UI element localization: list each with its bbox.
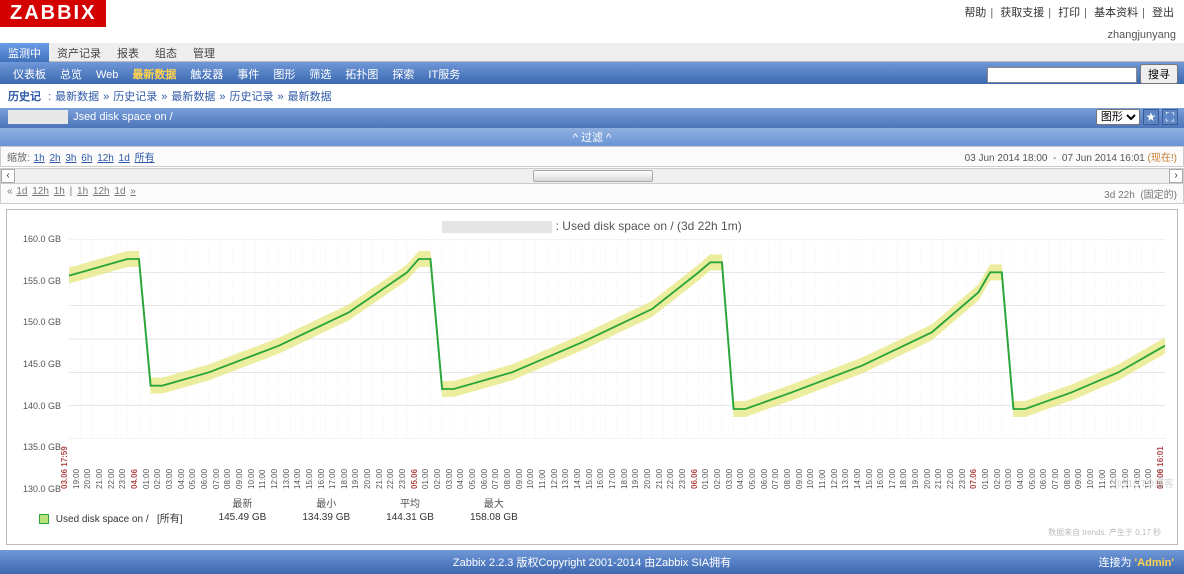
- view-mode-select[interactable]: 图形: [1096, 109, 1140, 125]
- search-input[interactable]: [987, 67, 1137, 83]
- submenu-item[interactable]: 触发器: [183, 65, 230, 83]
- filter-toggle[interactable]: ^ 过滤 ^: [0, 128, 1184, 146]
- scroll-left-icon[interactable]: ‹: [1, 169, 15, 183]
- breadcrumb-link[interactable]: 最新数据: [55, 91, 99, 103]
- zoom-link[interactable]: 12h: [97, 153, 114, 164]
- header: ZABBIX 帮助| 获取支援| 打印| 基本资料| 登出: [0, 0, 1184, 27]
- submenu-item[interactable]: IT服务: [421, 65, 467, 83]
- fullscreen-icon[interactable]: ⛶: [1162, 109, 1178, 125]
- zoom-link[interactable]: 2h: [49, 153, 60, 164]
- link-print[interactable]: 打印: [1058, 7, 1080, 19]
- submenu-item[interactable]: 图形: [266, 65, 302, 83]
- breadcrumb-link[interactable]: 历史记录: [113, 91, 157, 103]
- chart-title: : Used disk space on / (3d 22h 1m): [13, 216, 1171, 239]
- trend-note: 数据来自 trends. 产生于 0.17 秒: [13, 527, 1171, 538]
- host-blank: [8, 110, 68, 124]
- nav-link[interactable]: 1h: [77, 186, 88, 197]
- chart-container: : Used disk space on / (3d 22h 1m) 130.0…: [6, 209, 1178, 545]
- nav-link[interactable]: |: [70, 186, 73, 197]
- nav-link[interactable]: 1d: [114, 186, 125, 197]
- footer: Zabbix 2.2.3 版权Copyright 2001-2014 由Zabb…: [0, 550, 1184, 574]
- submenu-item[interactable]: 最新数据: [125, 65, 183, 83]
- submenu-item[interactable]: 探索: [385, 65, 421, 83]
- search-box: 搜寻: [987, 64, 1178, 84]
- main-tab[interactable]: 资产记录: [49, 43, 109, 63]
- logo: ZABBIX: [0, 0, 106, 27]
- nav-bar: « 1d 12h 1h | 1h 12h 1d » 3d 22h (固定的): [0, 184, 1184, 204]
- zoom-link[interactable]: 3h: [65, 153, 76, 164]
- scroll-right-icon[interactable]: ›: [1169, 169, 1183, 183]
- zoom-link[interactable]: 1d: [119, 153, 130, 164]
- legend-swatch: [39, 514, 49, 524]
- fixed-label: (固定的): [1140, 190, 1177, 201]
- duration-label: 3d 22h: [1104, 190, 1135, 201]
- watermark: @51CTO博客: [1112, 475, 1174, 490]
- panel-title: Jsed disk space on /: [73, 111, 173, 123]
- link-profile[interactable]: 基本资料: [1094, 7, 1138, 19]
- plot-area: [69, 239, 1165, 439]
- breadcrumb: 历史记 :最新数据»历史记录»最新数据»历史记录»最新数据: [0, 84, 1184, 108]
- legend: 最新最小 平均最大 Used disk space on / [所有] 145.…: [13, 489, 1171, 527]
- zoom-link[interactable]: 所有: [135, 153, 155, 164]
- breadcrumb-link[interactable]: 历史记录: [230, 91, 274, 103]
- zoom-bar: 缩放: 1h 2h 3h 6h 12h 1d 所有 03 Jun 2014 18…: [0, 146, 1184, 167]
- zoom-link[interactable]: 6h: [81, 153, 92, 164]
- submenu-item[interactable]: Web: [89, 68, 125, 82]
- submenu-item[interactable]: 总览: [53, 65, 89, 83]
- panel-header: Jsed disk space on / 图形 ★ ⛶: [0, 108, 1184, 128]
- submenu-item[interactable]: 事件: [230, 65, 266, 83]
- submenu-item[interactable]: 拓扑图: [338, 65, 385, 83]
- nav-link[interactable]: 12h: [93, 186, 110, 197]
- link-logout[interactable]: 登出: [1152, 7, 1174, 19]
- main-tabs: 监测中资产记录报表组态管理: [0, 43, 1184, 62]
- nav-link[interactable]: 1d: [16, 186, 27, 197]
- submenu-item[interactable]: 仪表板: [6, 65, 53, 83]
- main-tab[interactable]: 管理: [185, 43, 223, 63]
- add-favorite-icon[interactable]: ★: [1143, 109, 1159, 125]
- breadcrumb-link[interactable]: 最新数据: [288, 91, 332, 103]
- nav-link[interactable]: 1h: [54, 186, 65, 197]
- time-scroll[interactable]: ‹ ›: [0, 168, 1184, 184]
- zoom-label: 缩放:: [7, 153, 30, 164]
- connection-info: 连接为 'Admin': [1098, 554, 1174, 570]
- main-tab[interactable]: 报表: [109, 43, 147, 63]
- main-tab[interactable]: 组态: [147, 43, 185, 63]
- time-range: 03 Jun 2014 18:00 - 07 Jun 2014 16:01 (现…: [965, 149, 1177, 164]
- search-button[interactable]: 搜寻: [1140, 64, 1178, 84]
- now-link[interactable]: (现在!): [1148, 153, 1177, 164]
- link-help[interactable]: 帮助: [964, 7, 986, 19]
- main-tab[interactable]: 监测中: [0, 43, 49, 63]
- nav-link[interactable]: 12h: [32, 186, 49, 197]
- x-axis: 19:0020:0021:0022:0023:0004.0601:0002:00…: [69, 439, 1165, 489]
- breadcrumb-link[interactable]: 最新数据: [171, 91, 215, 103]
- y-axis: 130.0 GB135.0 GB140.0 GB145.0 GB150.0 GB…: [13, 239, 65, 489]
- breadcrumb-label: 历史记: [8, 91, 41, 103]
- submenu-item[interactable]: 筛选: [302, 65, 338, 83]
- link-support[interactable]: 获取支援: [1000, 7, 1044, 19]
- nav-link[interactable]: »: [130, 186, 136, 197]
- top-links: 帮助| 获取支援| 打印| 基本资料| 登出: [954, 0, 1184, 24]
- zoom-link[interactable]: 1h: [34, 153, 45, 164]
- scroll-thumb[interactable]: [533, 170, 653, 182]
- sub-menu: 仪表板总览Web最新数据触发器事件图形筛选拓扑图探索IT服务 搜寻: [0, 62, 1184, 84]
- current-user: zhangjunyang: [0, 27, 1184, 43]
